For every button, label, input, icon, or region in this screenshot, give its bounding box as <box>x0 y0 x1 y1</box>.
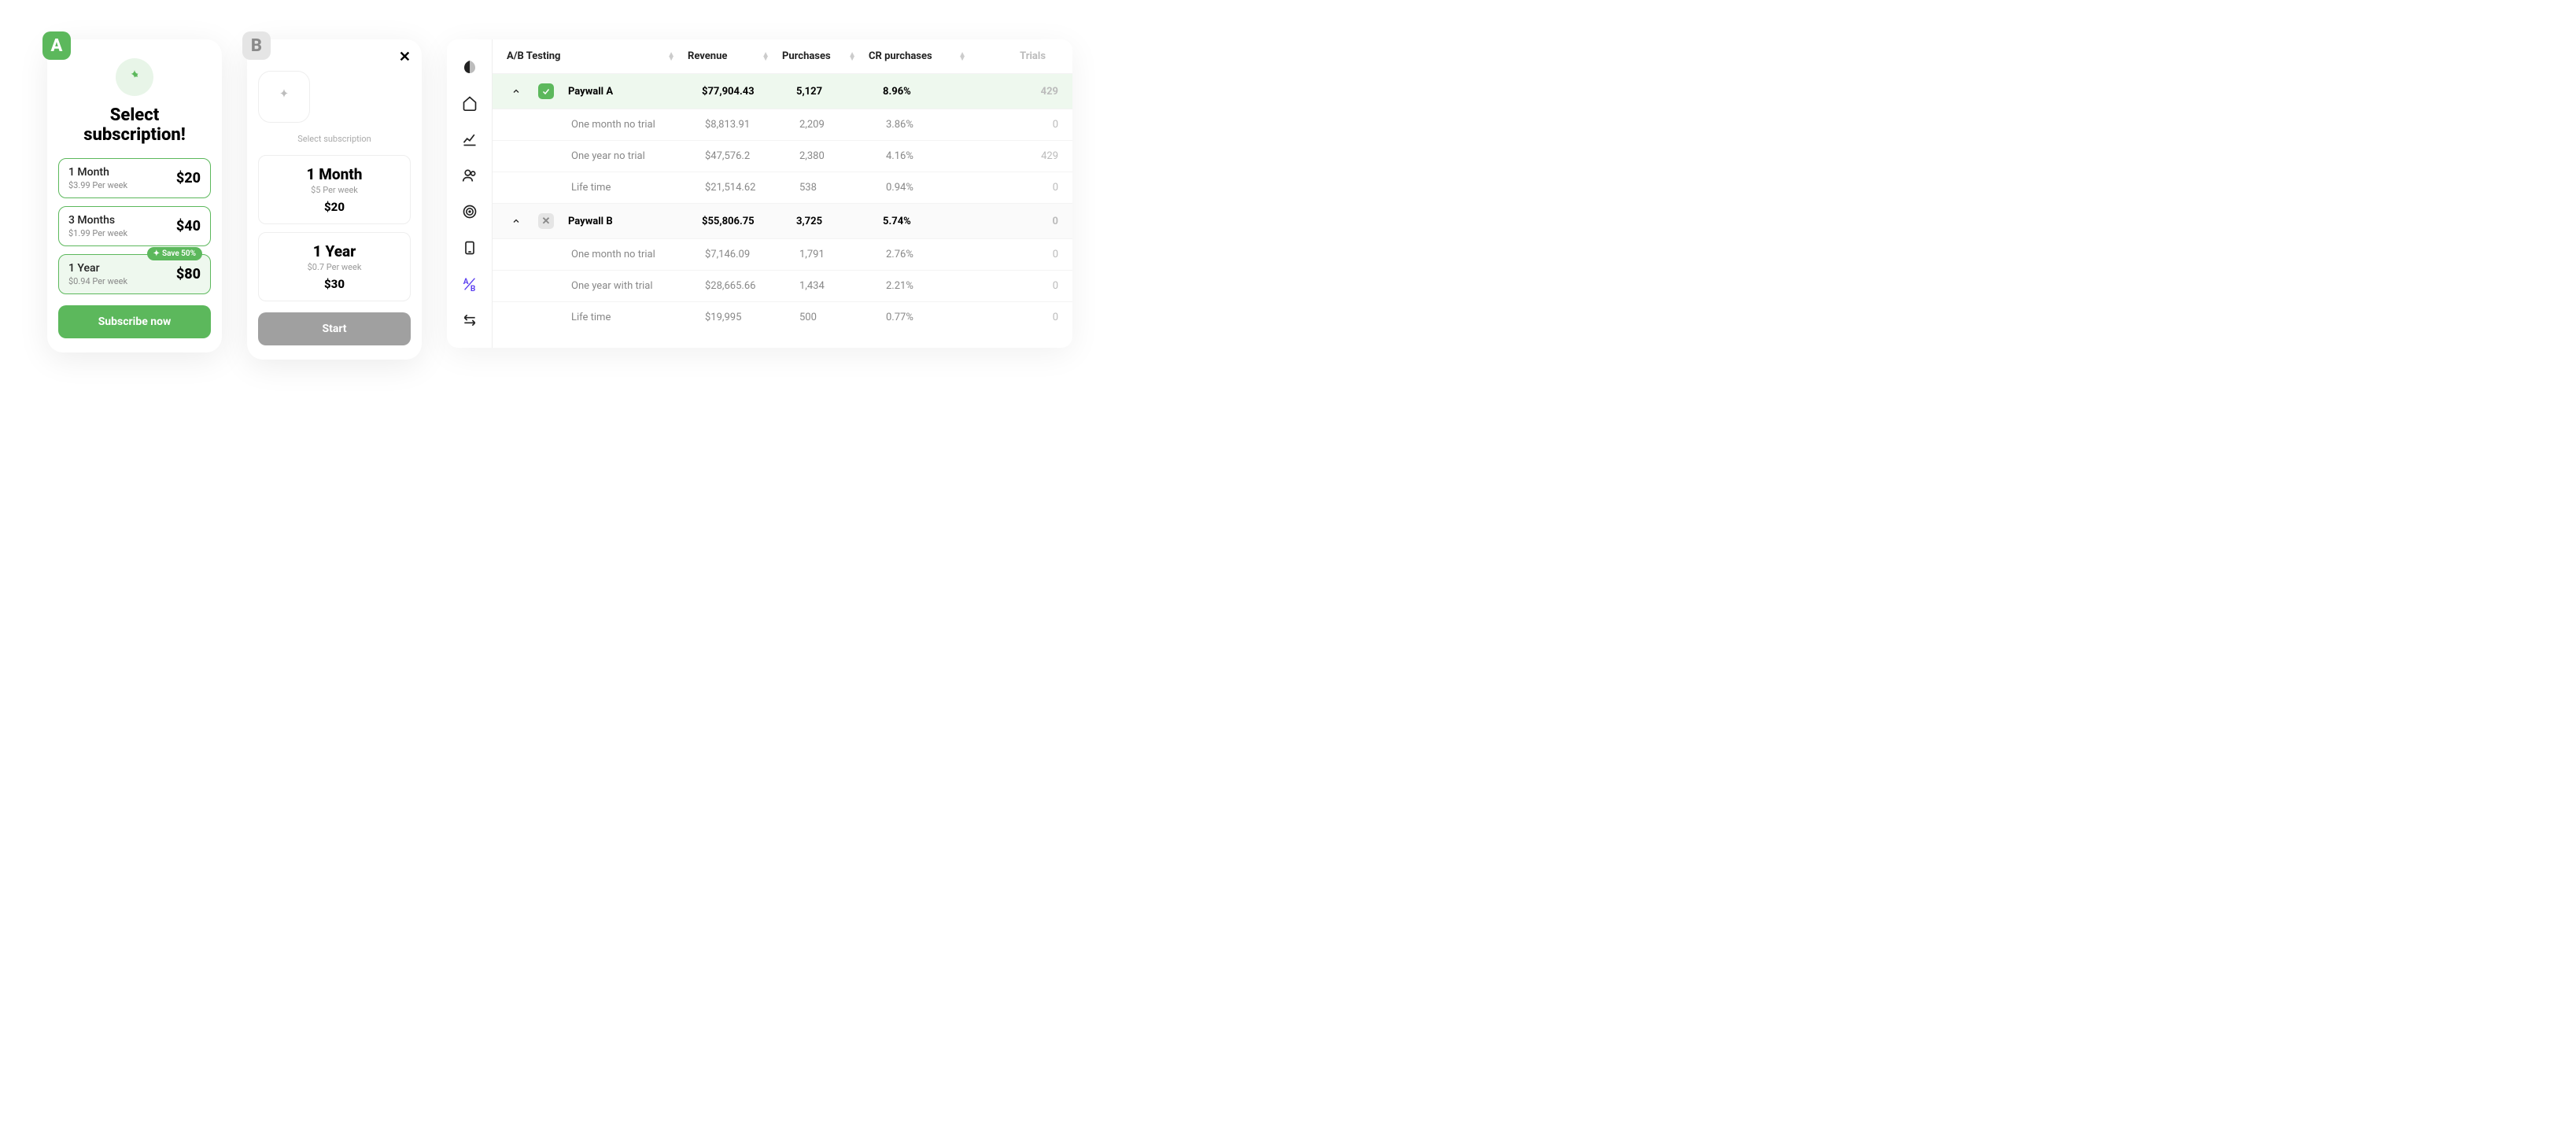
title: Selectsubscription! <box>58 105 211 146</box>
trials-value: 0 <box>996 249 1058 260</box>
home-icon[interactable] <box>461 94 478 112</box>
revenue-value: $77,904.43 <box>702 86 796 98</box>
logo-icon[interactable] <box>461 58 478 76</box>
row-label: One year with trial <box>526 280 705 292</box>
trials-value: 0 <box>993 216 1058 227</box>
table-row[interactable]: Life time $21,514.62 538 0.94% 0 <box>493 172 1072 203</box>
transfer-icon[interactable] <box>461 312 478 329</box>
cr-value: 2.21% <box>886 280 996 292</box>
trials-value: 0 <box>996 312 1058 323</box>
revenue-value: $19,995 <box>705 312 799 323</box>
sort-icon[interactable]: ▲▼ <box>762 53 769 61</box>
subscribe-button[interactable]: Subscribe now <box>58 305 211 338</box>
purchases-value: 1,791 <box>799 249 886 260</box>
plan-option-1year[interactable]: 1 Year $0.7 Per week $30 <box>258 232 411 301</box>
purchases-value: 538 <box>799 182 886 194</box>
target-icon[interactable] <box>461 203 478 220</box>
revenue-value: $28,665.66 <box>705 280 799 292</box>
revenue-value: $47,576.2 <box>705 150 799 162</box>
save-badge: ✦ Save 50% <box>147 247 202 260</box>
cr-value: 0.94% <box>886 182 996 194</box>
device-icon[interactable] <box>461 239 478 257</box>
row-label: One year no trial <box>526 150 705 162</box>
purchases-value: 2,209 <box>799 119 886 131</box>
table-row[interactable]: One year with trial $28,665.66 1,434 2.2… <box>493 270 1072 301</box>
group-row[interactable]: ✕ Paywall B $55,806.75 3,725 5.74% 0 <box>493 203 1072 238</box>
group-label: Paywall B <box>568 216 702 227</box>
sidebar: AB <box>447 39 493 348</box>
paywall-variant-b: B ✕ Select subscription 1 Month $5 Per w… <box>247 39 422 360</box>
trials-value: 429 <box>996 150 1058 162</box>
purchases-value: 3,725 <box>796 216 883 227</box>
revenue-value: $21,514.62 <box>705 182 799 194</box>
revenue-value: $7,146.09 <box>705 249 799 260</box>
table-row[interactable]: One month no trial $8,813.91 2,209 3.86%… <box>493 109 1072 140</box>
trials-value: 429 <box>993 86 1058 98</box>
purchases-value: 500 <box>799 312 886 323</box>
cr-value: 8.96% <box>883 86 993 98</box>
row-label: One month no trial <box>526 119 705 131</box>
start-button[interactable]: Start <box>258 312 411 345</box>
plan-option-1year[interactable]: ✦ Save 50% 1 Year$0.94 Per week $80 <box>58 254 211 294</box>
row-label: One month no trial <box>526 249 705 260</box>
ab-test-icon[interactable]: AB <box>461 275 478 293</box>
users-icon[interactable] <box>461 167 478 184</box>
cr-value: 5.74% <box>883 216 993 227</box>
ab-testing-dashboard: AB A/B Testing▲▼ Revenue▲▼ Purchases▲▼ C… <box>447 39 1072 348</box>
table-header: A/B Testing▲▼ Revenue▲▼ Purchases▲▼ CR p… <box>493 39 1072 73</box>
sort-icon[interactable]: ▲▼ <box>848 53 856 61</box>
sparkle-icon <box>116 58 153 96</box>
group-row[interactable]: Paywall A $77,904.43 5,127 8.96% 429 <box>493 73 1072 109</box>
trials-value: 0 <box>996 280 1058 292</box>
cr-value: 3.86% <box>886 119 996 131</box>
plan-option-1month[interactable]: 1 Month$3.99 Per week $20 <box>58 158 211 198</box>
purchases-value: 1,434 <box>799 280 886 292</box>
chevron-up-icon[interactable] <box>507 87 526 96</box>
cr-value: 4.16% <box>886 150 996 162</box>
sort-icon[interactable]: ▲▼ <box>958 53 966 61</box>
revenue-value: $55,806.75 <box>702 216 796 227</box>
svg-text:B: B <box>470 285 474 293</box>
plan-option-3months[interactable]: 3 Months$1.99 Per week $40 <box>58 206 211 246</box>
chart-icon[interactable] <box>461 131 478 148</box>
subtitle: Select subscription <box>258 134 411 144</box>
close-icon[interactable]: ✕ <box>399 49 411 65</box>
trials-value: 0 <box>996 119 1058 131</box>
purchases-value: 5,127 <box>796 86 883 98</box>
paywall-variant-a: A Selectsubscription! 1 Month$3.99 Per w… <box>47 39 222 352</box>
cr-value: 2.76% <box>886 249 996 260</box>
chevron-up-icon[interactable] <box>507 216 526 226</box>
active-checkbox[interactable] <box>538 83 554 99</box>
revenue-value: $8,813.91 <box>705 119 799 131</box>
purchases-value: 2,380 <box>799 150 886 162</box>
trials-value: 0 <box>996 182 1058 194</box>
svg-text:A: A <box>463 278 468 286</box>
active-checkbox[interactable]: ✕ <box>538 213 554 229</box>
table-row[interactable]: One month no trial $7,146.09 1,791 2.76%… <box>493 238 1072 270</box>
row-label: Life time <box>526 312 705 323</box>
row-label: Life time <box>526 182 705 194</box>
ab-table: A/B Testing▲▼ Revenue▲▼ Purchases▲▼ CR p… <box>493 39 1072 348</box>
cr-value: 0.77% <box>886 312 996 323</box>
table-row[interactable]: One year no trial $47,576.2 2,380 4.16% … <box>493 140 1072 172</box>
variant-badge-b: B <box>242 31 271 60</box>
variant-badge-a: A <box>42 31 71 60</box>
table-row[interactable]: Life time $19,995 500 0.77% 0 <box>493 301 1072 333</box>
sparkle-icon <box>258 71 310 123</box>
sort-icon[interactable]: ▲▼ <box>667 53 675 61</box>
plan-option-1month[interactable]: 1 Month $5 Per week $20 <box>258 155 411 224</box>
group-label: Paywall A <box>568 86 702 98</box>
